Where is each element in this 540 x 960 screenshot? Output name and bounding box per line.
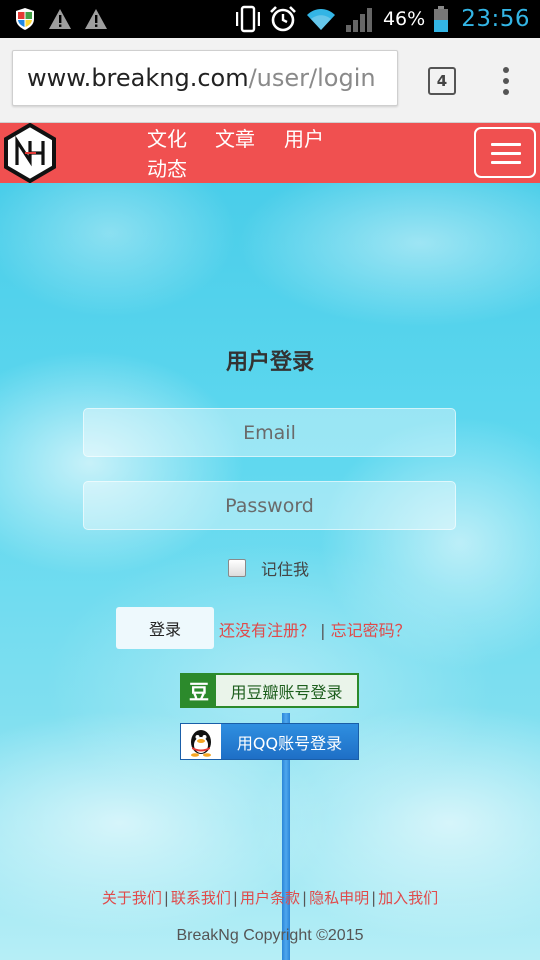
hamburger-menu-button[interactable] (474, 127, 536, 178)
overflow-menu-icon[interactable] (496, 64, 516, 98)
footer-separator: | (232, 889, 238, 907)
tab-switcher-button[interactable]: 4 (428, 67, 456, 95)
breakng-logo[interactable] (3, 123, 57, 183)
footer-links: 关于我们 | 联系我们 | 用户条款 | 隐私申明 | 加入我们 (0, 887, 540, 908)
hamburger-icon-line (491, 161, 521, 164)
warning-icon (85, 9, 107, 29)
account-links: 还没有注册？ | 忘记密码？ (219, 617, 411, 641)
forgot-password-link[interactable]: 忘记密码？ (331, 621, 411, 640)
status-left-icons (14, 6, 108, 32)
login-title: 用户登录 (225, 350, 314, 375)
warning-icon (49, 9, 71, 29)
nav-item-culture[interactable]: 文化 (147, 123, 187, 152)
site-header: 文化 文章 用户 动态 (0, 123, 540, 183)
page-background (0, 123, 540, 960)
footer-link-join[interactable]: 加入我们 (378, 889, 438, 907)
url-host: www.breakng.com (27, 64, 249, 92)
footer-separator: | (302, 889, 308, 907)
douban-login-button[interactable]: 豆 用豆瓣账号登录 (180, 673, 359, 708)
alarm-icon (270, 6, 296, 32)
clock-time: 23:56 (461, 6, 530, 32)
hamburger-icon-line (491, 152, 521, 155)
login-button[interactable]: 登录 (116, 607, 214, 649)
footer-link-privacy[interactable]: 隐私申明 (309, 889, 369, 907)
shield-icon (16, 8, 34, 30)
remember-me-checkbox[interactable] (228, 559, 246, 577)
nav-item-articles[interactable]: 文章 (215, 123, 255, 152)
battery-icon (434, 6, 449, 32)
douban-logo-icon: 豆 (182, 675, 216, 706)
signal-icon (345, 8, 372, 32)
footer-link-terms[interactable]: 用户条款 (240, 889, 300, 907)
footer-separator: | (163, 889, 169, 907)
remember-me-label: 记住我 (261, 560, 310, 579)
link-separator: | (320, 621, 326, 640)
nav-item-news[interactable]: 动态 (147, 153, 187, 182)
battery-percent: 46% (382, 8, 426, 30)
douban-login-label: 用豆瓣账号登录 (230, 682, 343, 702)
url-path: /user/login (248, 64, 376, 92)
status-right-icons: 46% 23:56 (235, 4, 530, 34)
copyright: BreakNg Copyright ©2015 (176, 927, 364, 944)
remember-me: 记住我 (228, 555, 309, 581)
wifi-icon (306, 9, 335, 30)
footer-link-contact[interactable]: 联系我们 (171, 889, 231, 907)
footer-link-about[interactable]: 关于我们 (102, 889, 162, 907)
nav-item-users[interactable]: 用户 (284, 123, 324, 152)
status-bar: 46% 23:56 (0, 0, 540, 38)
register-link[interactable]: 还没有注册？ (219, 621, 315, 640)
qq-login-button[interactable]: 用QQ账号登录 (180, 723, 359, 760)
password-field[interactable] (83, 481, 456, 530)
browser-toolbar: www.breakng.com/user/login 4 (0, 38, 540, 123)
footer-separator: | (371, 889, 377, 907)
hamburger-icon-line (491, 143, 521, 146)
email-field[interactable] (83, 408, 456, 457)
vibrate-icon (235, 5, 260, 33)
qq-penguin-icon (181, 724, 221, 759)
qq-login-label: 用QQ账号登录 (236, 733, 343, 753)
url-field[interactable]: www.breakng.com/user/login (12, 50, 398, 106)
